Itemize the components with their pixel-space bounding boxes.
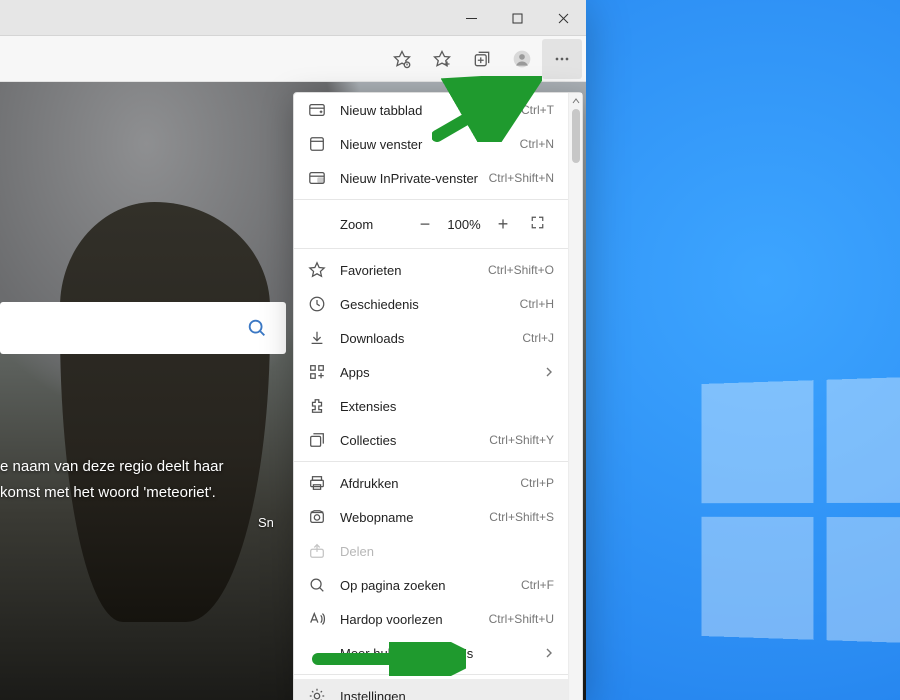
menu-item-print[interactable]: Afdrukken Ctrl+P [294,466,568,500]
apps-icon [308,363,326,381]
menu-separator [294,248,568,249]
menu-item-extensions[interactable]: Extensies [294,389,568,423]
window-titlebar [0,0,586,36]
menu-label: Hardop voorlezen [340,612,489,627]
search-box[interactable] [0,302,286,354]
menu-label: Extensies [340,399,554,414]
star-icon [308,261,326,279]
menu-shortcut: Ctrl+N [520,137,554,151]
gear-icon [308,687,326,700]
collections-icon [308,431,326,449]
settings-and-more-menu: Nieuw tabblad Ctrl+T Nieuw venster Ctrl+… [293,92,583,700]
menu-item-find[interactable]: Op pagina zoeken Ctrl+F [294,568,568,602]
menu-item-favorites[interactable]: Favorieten Ctrl+Shift+O [294,253,568,287]
menu-label: Instellingen [340,689,554,700]
menu-label: Delen [340,544,554,559]
menu-item-new-tab[interactable]: Nieuw tabblad Ctrl+T [294,93,568,127]
new-window-icon [308,135,326,153]
caption-line-1: e naam van deze regio deelt haar [0,458,223,475]
collections-icon[interactable] [462,39,502,79]
menu-shortcut: Ctrl+Shift+Y [489,433,554,447]
menu-label: Apps [340,365,544,380]
browser-toolbar [0,36,586,82]
menu-label: Collecties [340,433,489,448]
feedback-icon[interactable] [382,39,422,79]
zoom-label: Zoom [308,217,408,232]
menu-shortcut: Ctrl+Shift+S [489,510,554,524]
background-rock-graphic [60,202,270,622]
menu-shortcut: Ctrl+T [521,103,554,117]
menu-item-inprivate[interactable]: Nieuw InPrivate-venster Ctrl+Shift+N [294,161,568,195]
download-icon [308,329,326,347]
find-icon [308,576,326,594]
zoom-out-button[interactable]: − [408,214,442,235]
menu-label: Favorieten [340,263,488,278]
caption-line-2: komst met het woord 'meteoriet'. [0,484,216,501]
inprivate-icon [308,169,326,187]
menu-label: Webopname [340,510,489,525]
menu-label: Meer hulpprogramma's [340,646,544,661]
menu-item-collections[interactable]: Collecties Ctrl+Shift+Y [294,423,568,457]
menu-item-downloads[interactable]: Downloads Ctrl+J [294,321,568,355]
window-maximize-button[interactable] [494,0,540,36]
menu-shortcut: Ctrl+H [520,297,554,311]
capture-icon [308,508,326,526]
extensions-icon [308,397,326,415]
menu-shortcut: Ctrl+Shift+U [489,612,554,626]
menu-label: Afdrukken [340,476,520,491]
menu-item-read-aloud[interactable]: Hardop voorlezen Ctrl+Shift+U [294,602,568,636]
menu-item-new-window[interactable]: Nieuw venster Ctrl+N [294,127,568,161]
menu-item-history[interactable]: Geschiedenis Ctrl+H [294,287,568,321]
history-icon [308,295,326,313]
more-menu-button[interactable] [542,39,582,79]
read-aloud-icon [308,610,326,628]
menu-shortcut: Ctrl+P [520,476,554,490]
menu-shortcut: Ctrl+F [521,578,554,592]
menu-label: Downloads [340,331,522,346]
menu-label: Op pagina zoeken [340,578,521,593]
menu-label: Nieuw InPrivate-venster [340,171,489,186]
menu-item-apps[interactable]: Apps [294,355,568,389]
menu-item-web-capture[interactable]: Webopname Ctrl+Shift+S [294,500,568,534]
share-icon [308,542,326,560]
windows-logo-icon [702,376,900,645]
menu-shortcut: Ctrl+Shift+O [488,263,554,277]
scrollbar-thumb[interactable] [572,109,580,163]
print-icon [308,474,326,492]
favorites-icon[interactable] [422,39,462,79]
menu-zoom-row: Zoom − 100% + [294,204,568,244]
window-minimize-button[interactable] [448,0,494,36]
new-tab-icon [308,101,326,119]
chevron-right-icon [544,365,554,380]
menu-label: Nieuw venster [340,137,520,152]
image-caption: e naam van deze regio deelt haar komst m… [0,454,223,505]
menu-shortcut: Ctrl+Shift+N [489,171,554,185]
window-close-button[interactable] [540,0,586,36]
profile-avatar-icon[interactable] [502,39,542,79]
snippet-badge: Sn [258,515,274,530]
scroll-up-icon [572,97,580,105]
menu-shortcut: Ctrl+J [522,331,554,345]
chevron-right-icon [544,646,554,661]
menu-separator [294,461,568,462]
menu-item-share: Delen [294,534,568,568]
zoom-in-button[interactable]: + [486,214,520,235]
edge-browser-window: e naam van deze regio deelt haar komst m… [0,0,586,700]
menu-item-more-tools[interactable]: Meer hulpprogramma's [294,636,568,670]
menu-label: Geschiedenis [340,297,520,312]
menu-scrollbar[interactable] [568,93,582,700]
search-icon [246,317,268,339]
fullscreen-button[interactable] [520,214,554,235]
menu-separator [294,199,568,200]
menu-item-settings[interactable]: Instellingen [294,679,568,700]
blank-icon [308,644,326,662]
menu-separator [294,674,568,675]
zoom-percent: 100% [442,217,486,232]
menu-label: Nieuw tabblad [340,103,521,118]
